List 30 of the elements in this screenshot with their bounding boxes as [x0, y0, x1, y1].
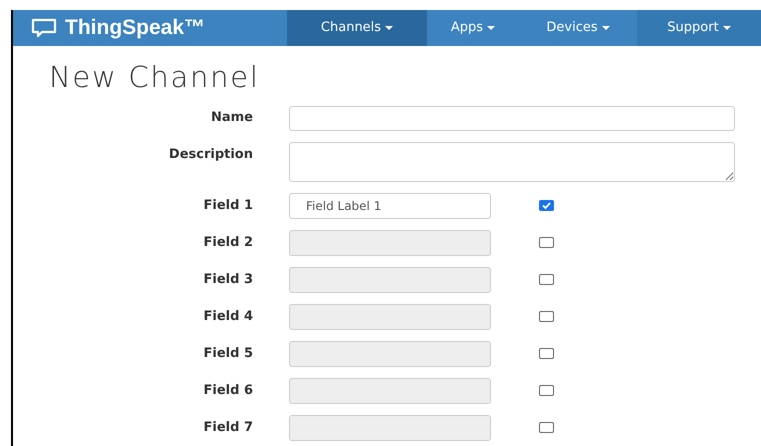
field-label: Name [210, 109, 253, 128]
field-checkbox[interactable] [539, 237, 554, 248]
caret-icon [487, 26, 496, 30]
field-label: Field 6 [202, 382, 253, 400]
field-label: Description [168, 146, 253, 164]
field-input[interactable]: Field Label 1 [289, 192, 491, 218]
field-checkbox[interactable] [539, 348, 554, 359]
field-label: Field 7 [202, 418, 253, 437]
caret-icon [722, 26, 731, 30]
name-input[interactable] [289, 106, 735, 130]
chat-bubble-icon [31, 18, 57, 38]
field-checkbox[interactable] [539, 311, 554, 322]
field-checkbox[interactable] [539, 422, 554, 433]
nav-menu[interactable]: Support [637, 10, 761, 46]
nav-menu[interactable]: Channels [287, 10, 427, 46]
nav-menu[interactable]: Apps [427, 10, 519, 46]
field-checkbox[interactable] [539, 200, 554, 211]
caret-icon [385, 26, 394, 30]
brand-logo[interactable]: ThingSpeak™ [65, 12, 206, 44]
description-input[interactable] [289, 142, 735, 182]
field-label: Field 1 [202, 196, 253, 215]
field-checkbox[interactable] [539, 274, 554, 285]
field-checkbox[interactable] [539, 385, 554, 396]
field-label: Field 4 [202, 308, 253, 326]
page-title: New Channel [49, 59, 261, 96]
field-label: Field 3 [202, 270, 253, 289]
nav-menu[interactable]: Devices [519, 10, 637, 46]
field-label: Field 2 [202, 234, 253, 252]
caret-icon [602, 26, 610, 30]
field-label: Field 5 [202, 344, 253, 363]
